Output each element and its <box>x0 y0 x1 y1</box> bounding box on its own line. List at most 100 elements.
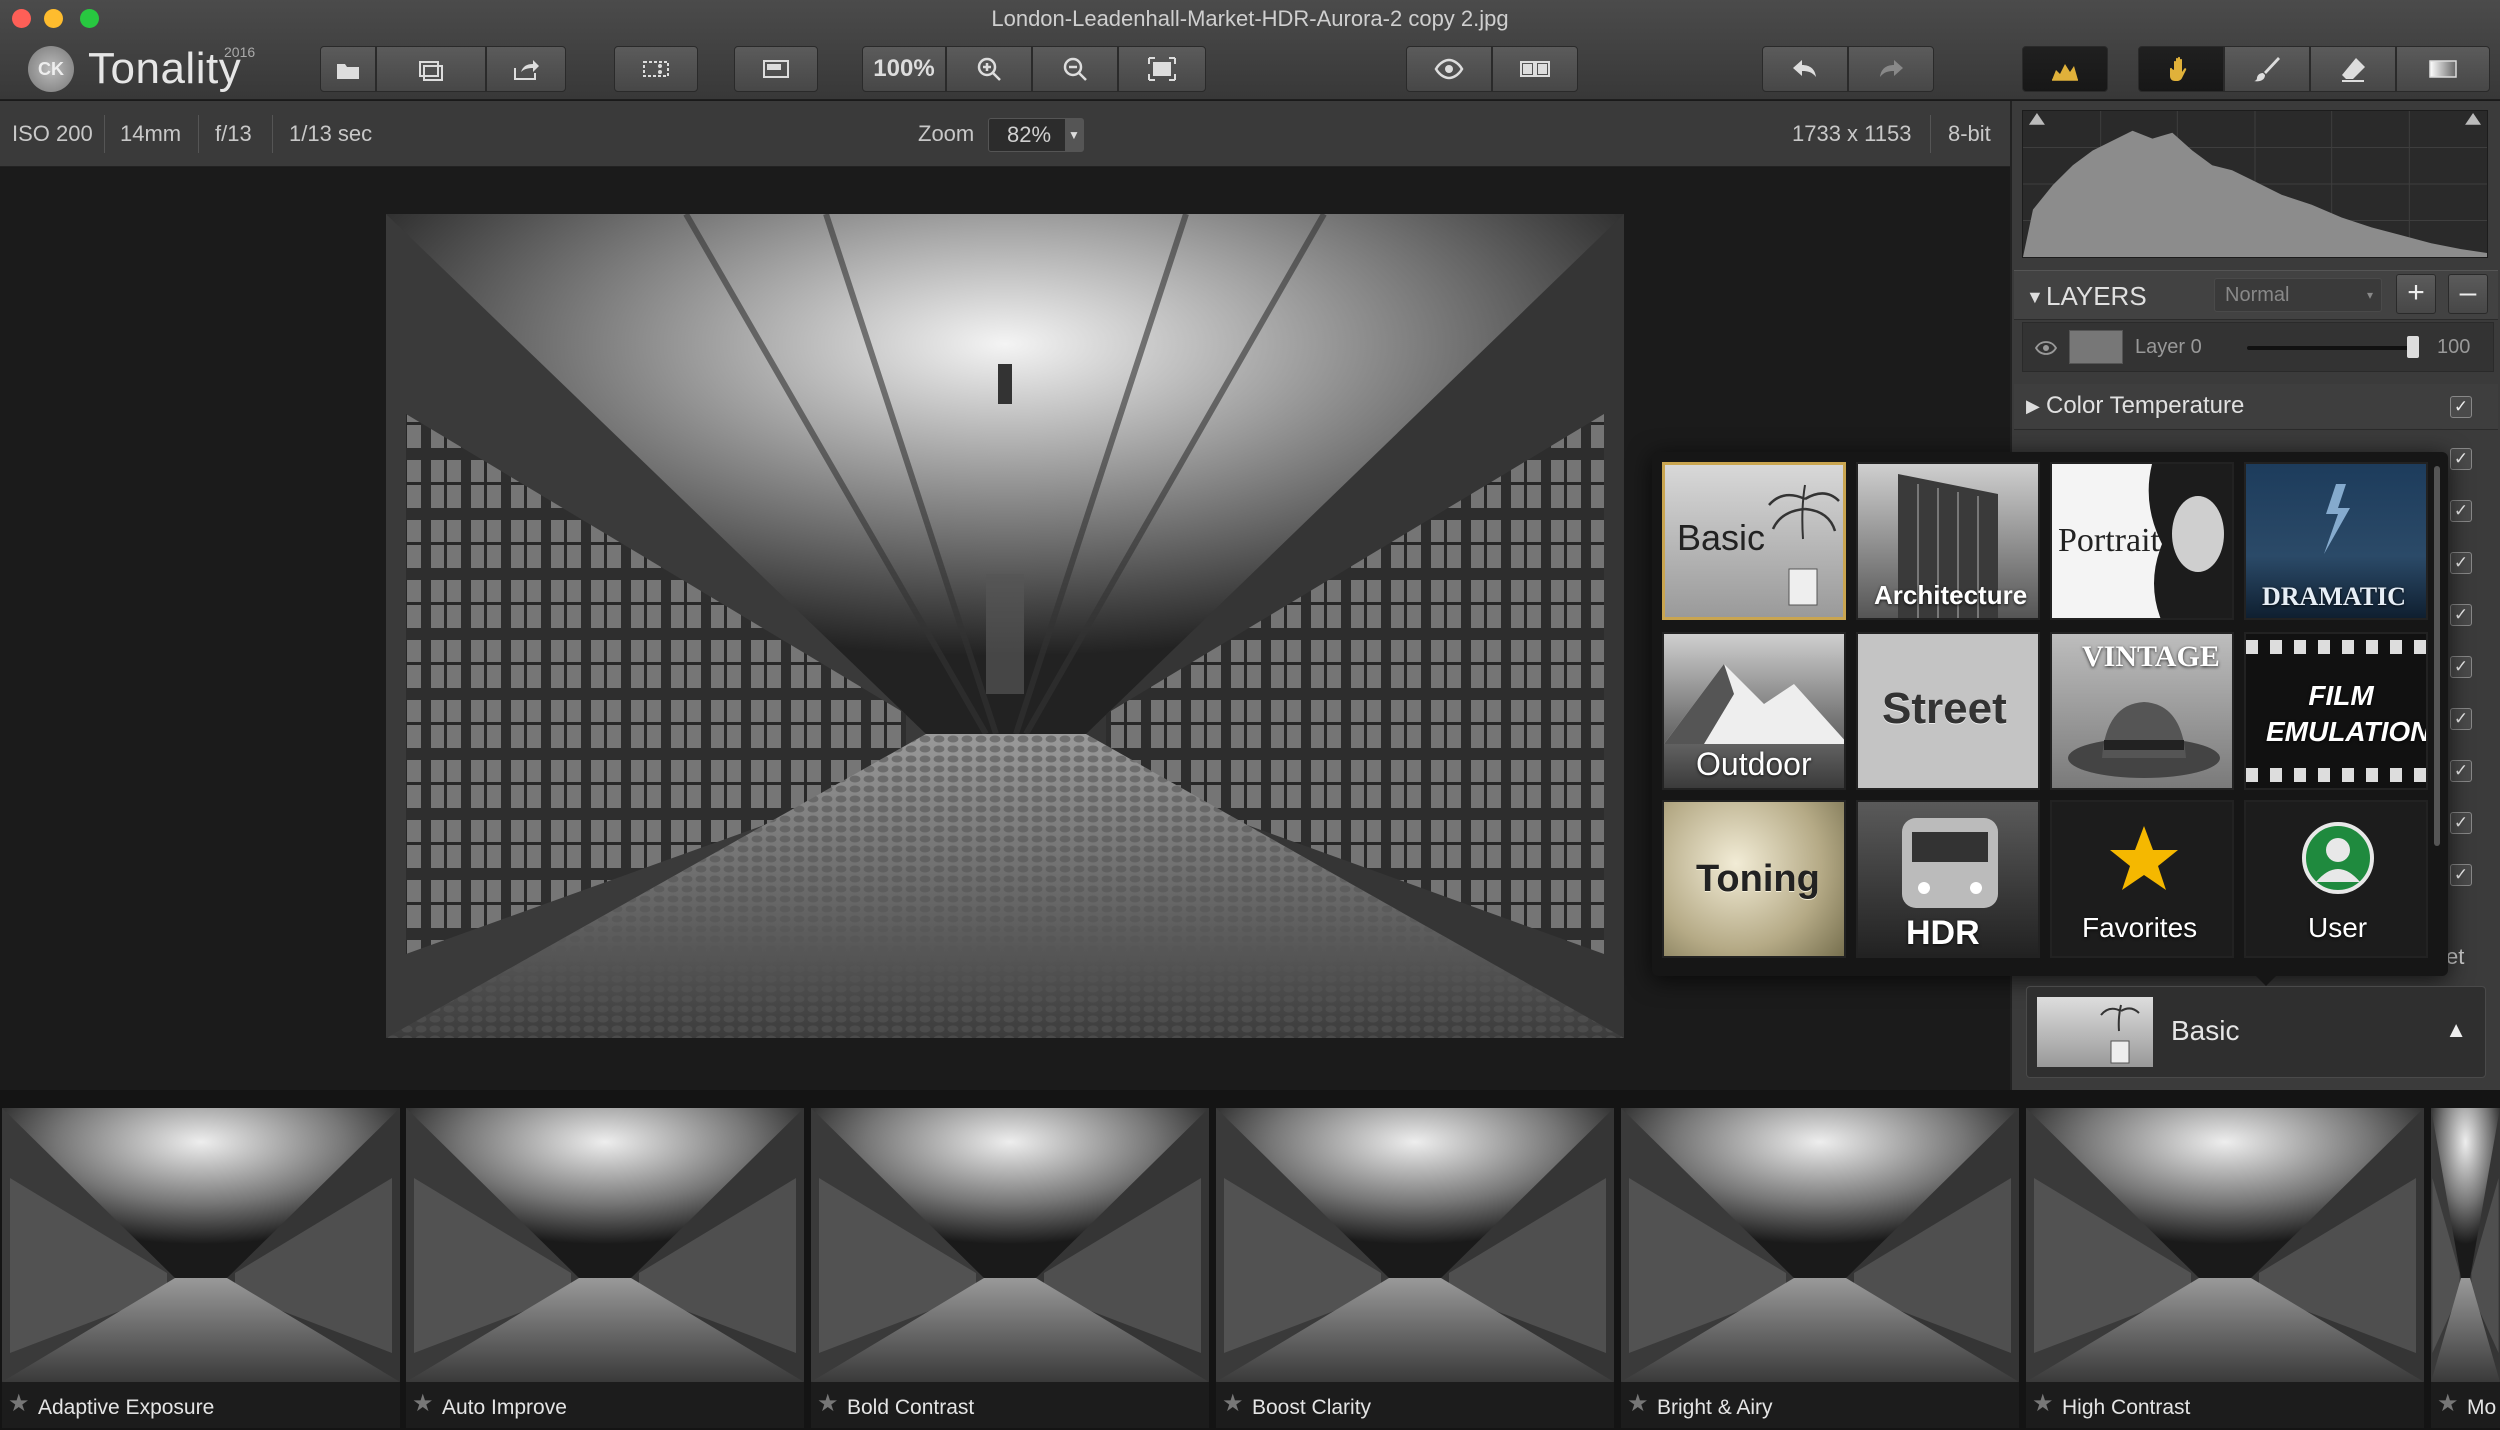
single-view-icon <box>763 60 789 78</box>
image-dimensions: 1733 x 1153 <box>1792 121 1912 146</box>
preview-button[interactable] <box>1406 46 1492 92</box>
crop-button[interactable] <box>614 46 698 92</box>
color-temperature-title: Color Temperature <box>2046 392 2245 419</box>
preset-preview <box>1216 1108 1614 1382</box>
section-checkbox[interactable]: ✓ <box>2450 448 2472 470</box>
hand-tool-button[interactable] <box>2138 46 2224 92</box>
category-toning-tile[interactable]: Toning <box>1662 800 1846 958</box>
category-street-tile[interactable]: Street <box>1856 632 2040 790</box>
split-view-button[interactable] <box>1492 46 1578 92</box>
divider <box>198 115 199 153</box>
preset-category-selector[interactable]: Basic ▲ <box>2026 986 2486 1078</box>
gradient-button[interactable] <box>2396 46 2490 92</box>
fit-button[interactable] <box>1118 46 1206 92</box>
remove-layer-button[interactable]: – <box>2448 274 2488 314</box>
histogram-tool-button[interactable] <box>2022 46 2108 92</box>
category-hdr-tile[interactable]: HDR <box>1856 800 2040 958</box>
ck-logo-icon: CK <box>28 46 74 92</box>
zoom-out-icon <box>1063 57 1087 81</box>
zoom-100-button[interactable]: 100% <box>862 46 946 92</box>
category-label: Street <box>1882 684 2007 733</box>
category-portrait-tile[interactable]: Portrait <box>2050 462 2234 620</box>
export-button[interactable] <box>486 46 566 92</box>
preset-thumbnail[interactable]: ★ Adaptive Exposure <box>2 1108 400 1428</box>
film-perforations-top <box>2246 640 2426 654</box>
disclosure-open-icon: ▼ <box>2026 287 2044 307</box>
shutter-speed: 1/13 sec <box>289 121 373 146</box>
layers-title: LAYERS <box>2046 281 2147 311</box>
category-vintage-tile[interactable]: VINTAGE <box>2050 632 2234 790</box>
section-checkbox[interactable]: ✓ <box>2450 604 2472 626</box>
window-title: London-Leadenhall-Market-HDR-Aurora-2 co… <box>991 6 1509 31</box>
visibility-eye-icon[interactable] <box>2035 337 2057 359</box>
section-checkbox[interactable]: ✓ <box>2450 760 2472 782</box>
section-checkbox[interactable]: ✓ <box>2450 500 2472 522</box>
redo-button[interactable] <box>1848 46 1934 92</box>
category-outdoor-tile[interactable]: Outdoor <box>1662 632 1846 790</box>
export-icon <box>514 60 539 80</box>
eraser-icon <box>2342 58 2365 82</box>
iso-value: ISO 200 <box>12 121 93 146</box>
color-temperature-checkbox[interactable]: ✓ <box>2450 396 2472 418</box>
preset-thumbnail[interactable]: ★ Boost Clarity <box>1216 1108 1614 1428</box>
preview-eye-icon <box>1434 58 1464 80</box>
add-layer-button[interactable]: + <box>2396 274 2436 314</box>
opacity-value: 100 <box>2437 336 2471 358</box>
preset-label: Bold Contrast <box>847 1396 975 1419</box>
color-temperature-section[interactable]: ▶ Color Temperature ✓ <box>2014 384 2498 430</box>
zoom-in-button[interactable] <box>946 46 1032 92</box>
category-label: User <box>2308 912 2368 943</box>
category-favorites-tile[interactable]: Favorites <box>2050 800 2234 958</box>
hidden-sections-strip: ✓ ✓ ✓ ✓ ✓ ✓ ✓ ✓ ✓ <box>2448 444 2496 934</box>
divider <box>104 115 105 153</box>
preset-thumbnail[interactable]: ★ High Contrast <box>2026 1108 2424 1428</box>
section-checkbox[interactable]: ✓ <box>2450 656 2472 678</box>
brush-icon <box>2254 57 2280 82</box>
title-toolbar: London-Leadenhall-Market-HDR-Aurora-2 co… <box>0 0 2500 100</box>
opacity-slider[interactable] <box>2247 346 2417 350</box>
preset-label: Adaptive Exposure <box>38 1396 215 1419</box>
opacity-slider-handle[interactable] <box>2407 336 2419 358</box>
preset-thumbnail[interactable]: ★ Auto Improve <box>406 1108 804 1428</box>
layer-row[interactable]: Layer 0 100 <box>2022 322 2494 372</box>
section-checkbox[interactable]: ✓ <box>2450 708 2472 730</box>
hand-tool-icon <box>2170 56 2187 81</box>
aperture: f/13 <box>215 121 252 146</box>
batch-button[interactable] <box>376 46 486 92</box>
blend-mode-value: Normal <box>2225 284 2290 306</box>
lightning-icon <box>2324 484 2350 554</box>
open-button[interactable] <box>320 46 376 92</box>
category-architecture-tile[interactable]: Architecture <box>1856 462 2040 620</box>
undo-button[interactable] <box>1762 46 1848 92</box>
single-view-button[interactable] <box>734 46 818 92</box>
disclosure-closed-icon: ▶ <box>2026 396 2040 416</box>
category-label: FILM EMULATION <box>2266 680 2428 747</box>
popup-scrollbar[interactable] <box>2434 466 2440 846</box>
user-icon <box>2302 822 2374 894</box>
category-basic-tile[interactable]: Basic <box>1662 462 1846 620</box>
section-checkbox[interactable]: ✓ <box>2450 552 2472 574</box>
popup-pointer <box>2250 970 2282 986</box>
zoom-out-button[interactable] <box>1032 46 1118 92</box>
category-film-emulation-tile[interactable]: FILM EMULATION <box>2244 632 2428 790</box>
zoom-label: Zoom <box>918 121 975 146</box>
category-user-tile[interactable]: User <box>2244 800 2428 958</box>
eraser-button[interactable] <box>2310 46 2396 92</box>
redo-icon <box>1880 60 1903 77</box>
main-photo[interactable] <box>386 214 1624 1038</box>
preset-thumbnail[interactable]: ★ Bright & Airy <box>1621 1108 2019 1428</box>
category-dramatic-tile[interactable]: DRAMATIC <box>2244 462 2428 620</box>
app-logo: CK Tonality 2016 <box>28 44 255 93</box>
section-checkbox[interactable]: ✓ <box>2450 812 2472 834</box>
focal-length: 14mm <box>120 121 182 146</box>
palm-plant-icon <box>2100 1004 2140 1064</box>
train-icon <box>1902 818 1998 908</box>
brush-button[interactable] <box>2224 46 2310 92</box>
zoom-select[interactable]: 82% ▼ <box>988 118 1084 152</box>
preset-thumbnail[interactable]: ★ Mo <box>2431 1108 2500 1428</box>
app-year: 2016 <box>224 44 256 60</box>
blend-mode-select[interactable]: Normal ▾ <box>2214 278 2382 312</box>
preset-preview <box>2431 1108 2500 1382</box>
preset-thumbnail[interactable]: ★ Bold Contrast <box>811 1108 1209 1428</box>
section-checkbox[interactable]: ✓ <box>2450 864 2472 886</box>
